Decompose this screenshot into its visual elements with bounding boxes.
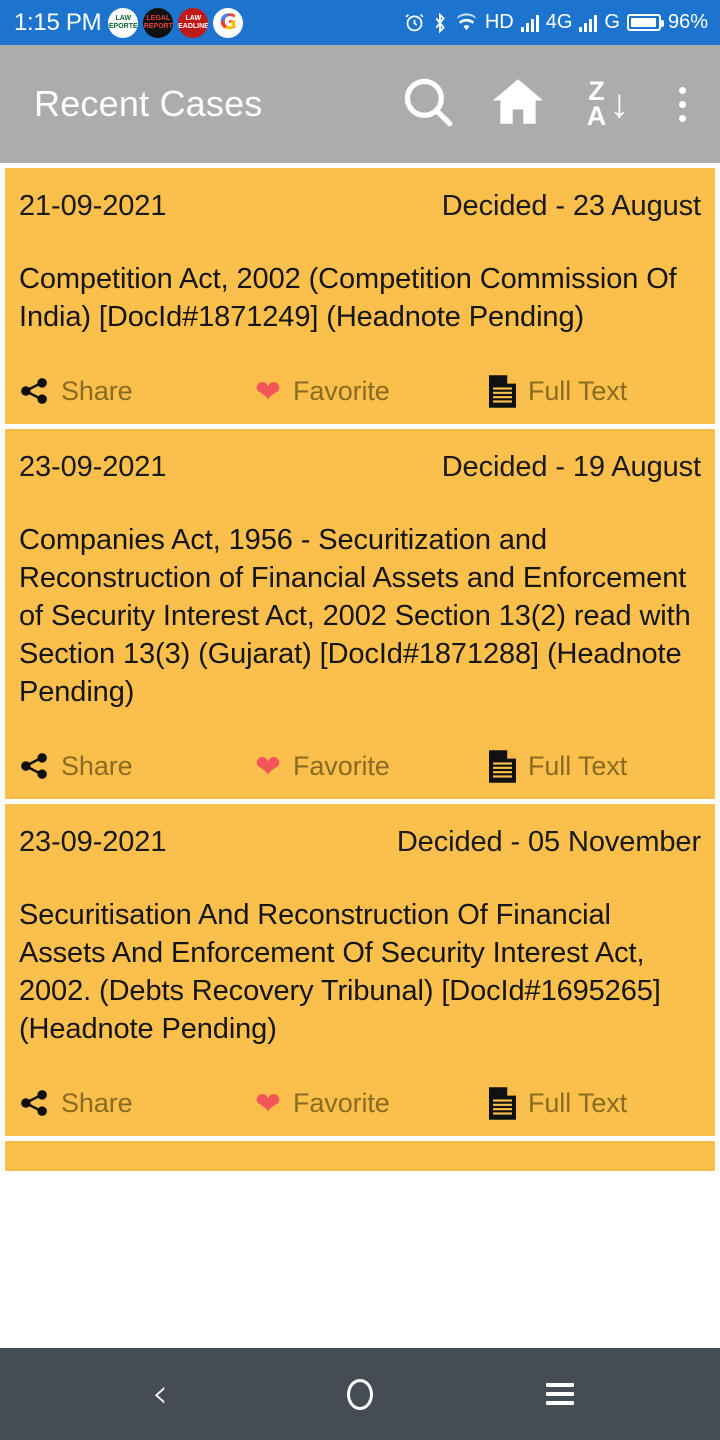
heart-icon: ❤ — [255, 1085, 281, 1121]
network-type-label: 4G — [545, 11, 573, 33]
case-card-actions: Share ❤ Favorite Full Text — [19, 750, 701, 789]
case-card-header: 23-09-2021 Decided - 05 November — [19, 826, 701, 859]
document-icon — [489, 1087, 516, 1120]
favorite-label: Favorite — [292, 1087, 390, 1118]
share-button[interactable]: Share — [19, 751, 255, 782]
heart-icon: ❤ — [255, 748, 281, 784]
battery-icon — [626, 14, 664, 31]
case-list[interactable]: 21-09-2021 Decided - 23 August Competiti… — [0, 163, 720, 1348]
alarm-icon — [404, 12, 425, 33]
battery-percent-label: 96% — [667, 11, 708, 33]
favorite-button[interactable]: ❤ Favorite — [255, 376, 489, 407]
case-decided-date: Decided - 19 August — [441, 450, 701, 483]
overflow-menu-button[interactable] — [662, 63, 702, 145]
law-reporter-app-icon: LAWREPORTER — [108, 7, 139, 38]
sort-letter-bottom: A — [586, 101, 607, 131]
case-date: 21-09-2021 — [19, 190, 167, 222]
nav-recents-button[interactable] — [515, 1348, 605, 1440]
favorite-button[interactable]: ❤ Favorite — [255, 751, 489, 782]
full-text-label: Full Text — [528, 1087, 628, 1118]
home-button[interactable] — [482, 63, 554, 145]
nav-back-button[interactable]: ‹ — [115, 1348, 205, 1440]
share-icon — [19, 751, 49, 781]
full-text-button[interactable]: Full Text — [489, 375, 627, 408]
bluetooth-icon — [432, 12, 448, 34]
document-icon — [489, 750, 516, 783]
page-title: Recent Cases — [34, 83, 263, 124]
case-card[interactable]: 23-09-2021 Decided - 19 August Companies… — [5, 428, 715, 799]
case-title: Securitisation And Reconstruction Of Fin… — [19, 898, 661, 1045]
share-icon — [19, 1088, 49, 1118]
case-title: Companies Act, 1956 - Securitization and… — [19, 523, 691, 708]
case-card[interactable]: 21-09-2021 Decided - 23 August Competiti… — [5, 168, 715, 424]
share-button[interactable]: Share — [19, 376, 255, 407]
document-icon — [489, 375, 516, 408]
google-app-icon: G — [213, 7, 244, 38]
app-bar-actions: Z A ↓ — [392, 63, 702, 145]
wifi-icon — [455, 12, 478, 33]
home-circle-icon — [347, 1378, 373, 1410]
home-icon — [488, 73, 548, 136]
nav-home-button[interactable] — [315, 1348, 405, 1440]
heart-icon: ❤ — [255, 373, 281, 409]
sort-z-to-a-icon: Z A ↓ — [586, 78, 630, 131]
case-date: 23-09-2021 — [19, 825, 167, 858]
arrow-down-icon: ↓ — [609, 82, 630, 126]
sort-descending-button[interactable]: Z A ↓ — [572, 63, 644, 145]
case-card-actions: Share ❤ Favorite Full Text — [19, 375, 701, 414]
case-decided-date: Decided - 23 August — [441, 190, 701, 222]
full-text-label: Full Text — [528, 750, 628, 781]
status-bar-left: 1:15 PM LAWREPORTER LEGALREPORT LAWHEADL… — [14, 7, 244, 38]
case-card-header: 21-09-2021 Decided - 23 August — [19, 190, 701, 223]
signal-bars-icon-secondary — [579, 14, 598, 32]
share-label: Share — [61, 750, 133, 781]
share-label: Share — [61, 375, 133, 406]
recents-menu-icon — [546, 1383, 574, 1405]
favorite-label: Favorite — [292, 750, 390, 781]
legal-report-app-icon: LEGAL REPORT — [143, 7, 174, 38]
share-icon — [19, 376, 49, 406]
case-title: Competition Act, 2002 (Competition Commi… — [19, 263, 677, 333]
hd-label: HD — [484, 11, 514, 33]
share-button[interactable]: Share — [19, 1088, 255, 1119]
network-type-label-secondary: G — [604, 11, 620, 33]
case-card-header: 23-09-2021 Decided - 19 August — [19, 451, 701, 484]
search-icon — [399, 73, 457, 136]
case-card-actions: Share ❤ Favorite Full Text — [19, 1087, 701, 1126]
law-headlines-app-icon: LAWHEADLINES — [178, 7, 209, 38]
system-navigation-bar: ‹ — [0, 1348, 720, 1440]
signal-bars-icon — [520, 14, 539, 32]
kebab-menu-icon — [678, 86, 686, 122]
full-text-label: Full Text — [528, 375, 628, 406]
back-chevron-icon: ‹ — [152, 1371, 168, 1417]
favorite-label: Favorite — [292, 375, 390, 406]
case-card-partial[interactable] — [5, 1140, 715, 1171]
case-card[interactable]: 23-09-2021 Decided - 05 November Securit… — [5, 803, 715, 1136]
full-text-button[interactable]: Full Text — [489, 1087, 627, 1120]
case-decided-date: Decided - 05 November — [396, 825, 701, 858]
favorite-button[interactable]: ❤ Favorite — [255, 1088, 489, 1119]
status-bar: 1:15 PM LAWREPORTER LEGALREPORT LAWHEADL… — [0, 0, 720, 45]
status-clock: 1:15 PM — [14, 8, 102, 36]
status-bar-right: HD 4G G 96% — [404, 11, 708, 34]
app-bar: Recent Cases Z A ↓ — [0, 45, 720, 163]
full-text-button[interactable]: Full Text — [489, 750, 627, 783]
case-date: 23-09-2021 — [19, 450, 167, 483]
search-button[interactable] — [392, 63, 464, 145]
share-label: Share — [61, 1087, 133, 1118]
notification-icons: LAWREPORTER LEGALREPORT LAWHEADLINES G — [108, 7, 244, 38]
app-root: 1:15 PM LAWREPORTER LEGALREPORT LAWHEADL… — [0, 0, 720, 1440]
